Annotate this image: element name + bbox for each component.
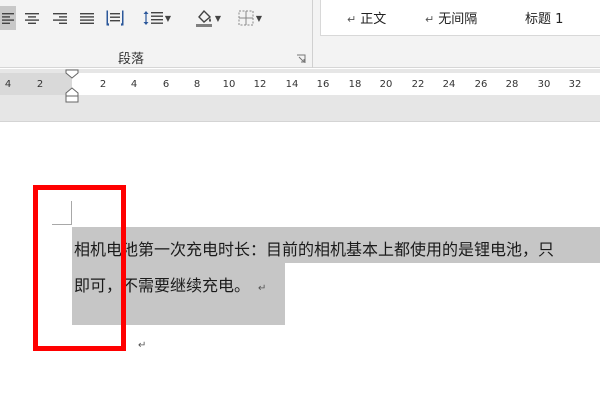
align-center-icon xyxy=(25,13,39,24)
align-left-icon xyxy=(2,13,14,24)
line-spacing-icon xyxy=(143,11,163,25)
ruler-tick: 24 xyxy=(442,79,456,90)
distributed-button[interactable] xyxy=(104,6,126,30)
align-left-button[interactable] xyxy=(0,6,16,30)
ruler-tick: 2 xyxy=(36,79,44,90)
align-right-button[interactable] xyxy=(50,6,70,30)
paragraph-mark-icon: ↵ xyxy=(347,13,357,26)
indent-marker-icon[interactable] xyxy=(65,69,79,103)
align-center-button[interactable] xyxy=(22,6,42,30)
paragraph-mark-icon: ↵ xyxy=(138,340,147,351)
paragraph-group-label: 段落 xyxy=(118,52,145,67)
chevron-down-icon: ▼ xyxy=(164,13,172,23)
style-normal-label: 正文 xyxy=(360,12,387,27)
shading-icon xyxy=(195,9,212,27)
paragraph-line-1[interactable]: 相机电池第一次充电时长：目前的相机基本上都使用的是锂电池，只 xyxy=(74,236,554,260)
ruler-tick: 22 xyxy=(411,79,425,90)
justify-button[interactable] xyxy=(77,6,97,30)
style-heading-1[interactable]: 标题 1 xyxy=(525,8,563,27)
ruler-tick: 28 xyxy=(505,79,519,90)
dialog-launcher-icon[interactable] xyxy=(296,54,306,64)
shading-button[interactable]: ▼ xyxy=(190,6,226,30)
document-page[interactable]: 相机电池第一次充电时长：目前的相机基本上都使用的是锂电池，只 即可，不需要继续充… xyxy=(0,123,600,400)
style-no-spacing-label: 无间隔 xyxy=(438,12,478,27)
justify-icon xyxy=(80,13,94,24)
ruler-tick: 14 xyxy=(285,79,299,90)
align-right-icon xyxy=(53,13,67,24)
horizontal-ruler[interactable]: 4 2 2 4 6 8 10 12 14 16 18 20 22 24 26 2… xyxy=(0,73,600,95)
line-spacing-button[interactable]: ▼ xyxy=(140,6,174,30)
ribbon: ▼ ▼ ▼ 段落 ↵ 正文 ↵ 无间隔 标题 1 xyxy=(0,0,600,68)
style-normal[interactable]: ↵ 正文 xyxy=(347,8,386,27)
ruler-tick: 4 xyxy=(130,79,138,90)
ruler-tick: 8 xyxy=(193,79,201,90)
ruler-tick: 6 xyxy=(162,79,170,90)
ruler-tick: 32 xyxy=(568,79,582,90)
ruler-tick: 4 xyxy=(4,79,12,90)
ruler-tick: 12 xyxy=(253,79,267,90)
ruler-tick: 2 xyxy=(99,79,107,90)
ruler-tick: 10 xyxy=(222,79,236,90)
ruler-tick: 16 xyxy=(316,79,330,90)
group-separator xyxy=(312,0,313,68)
ruler-area: 4 2 2 4 6 8 10 12 14 16 18 20 22 24 26 2… xyxy=(0,69,600,122)
chevron-down-icon: ▼ xyxy=(214,13,222,23)
ruler-tick: 20 xyxy=(379,79,393,90)
ruler-tick: 26 xyxy=(474,79,488,90)
paragraph-text: 相机电池第一次充电时长：目前的相机基本上都使用的是锂电池，只 xyxy=(74,240,555,259)
ruler-tick: 30 xyxy=(537,79,551,90)
style-heading-1-label: 标题 1 xyxy=(525,12,564,27)
style-no-spacing[interactable]: ↵ 无间隔 xyxy=(425,8,477,27)
borders-button[interactable]: ▼ xyxy=(232,6,268,30)
borders-icon xyxy=(238,10,254,26)
distributed-icon xyxy=(106,10,124,26)
styles-gallery: ↵ 正文 ↵ 无间隔 标题 1 xyxy=(320,0,600,36)
paragraph-mark-icon: ↵ xyxy=(258,283,267,294)
highlight-annotation-box xyxy=(33,185,126,351)
chevron-down-icon: ▼ xyxy=(255,13,263,23)
paragraph-mark-icon: ↵ xyxy=(425,13,435,26)
ruler-tick: 18 xyxy=(348,79,362,90)
